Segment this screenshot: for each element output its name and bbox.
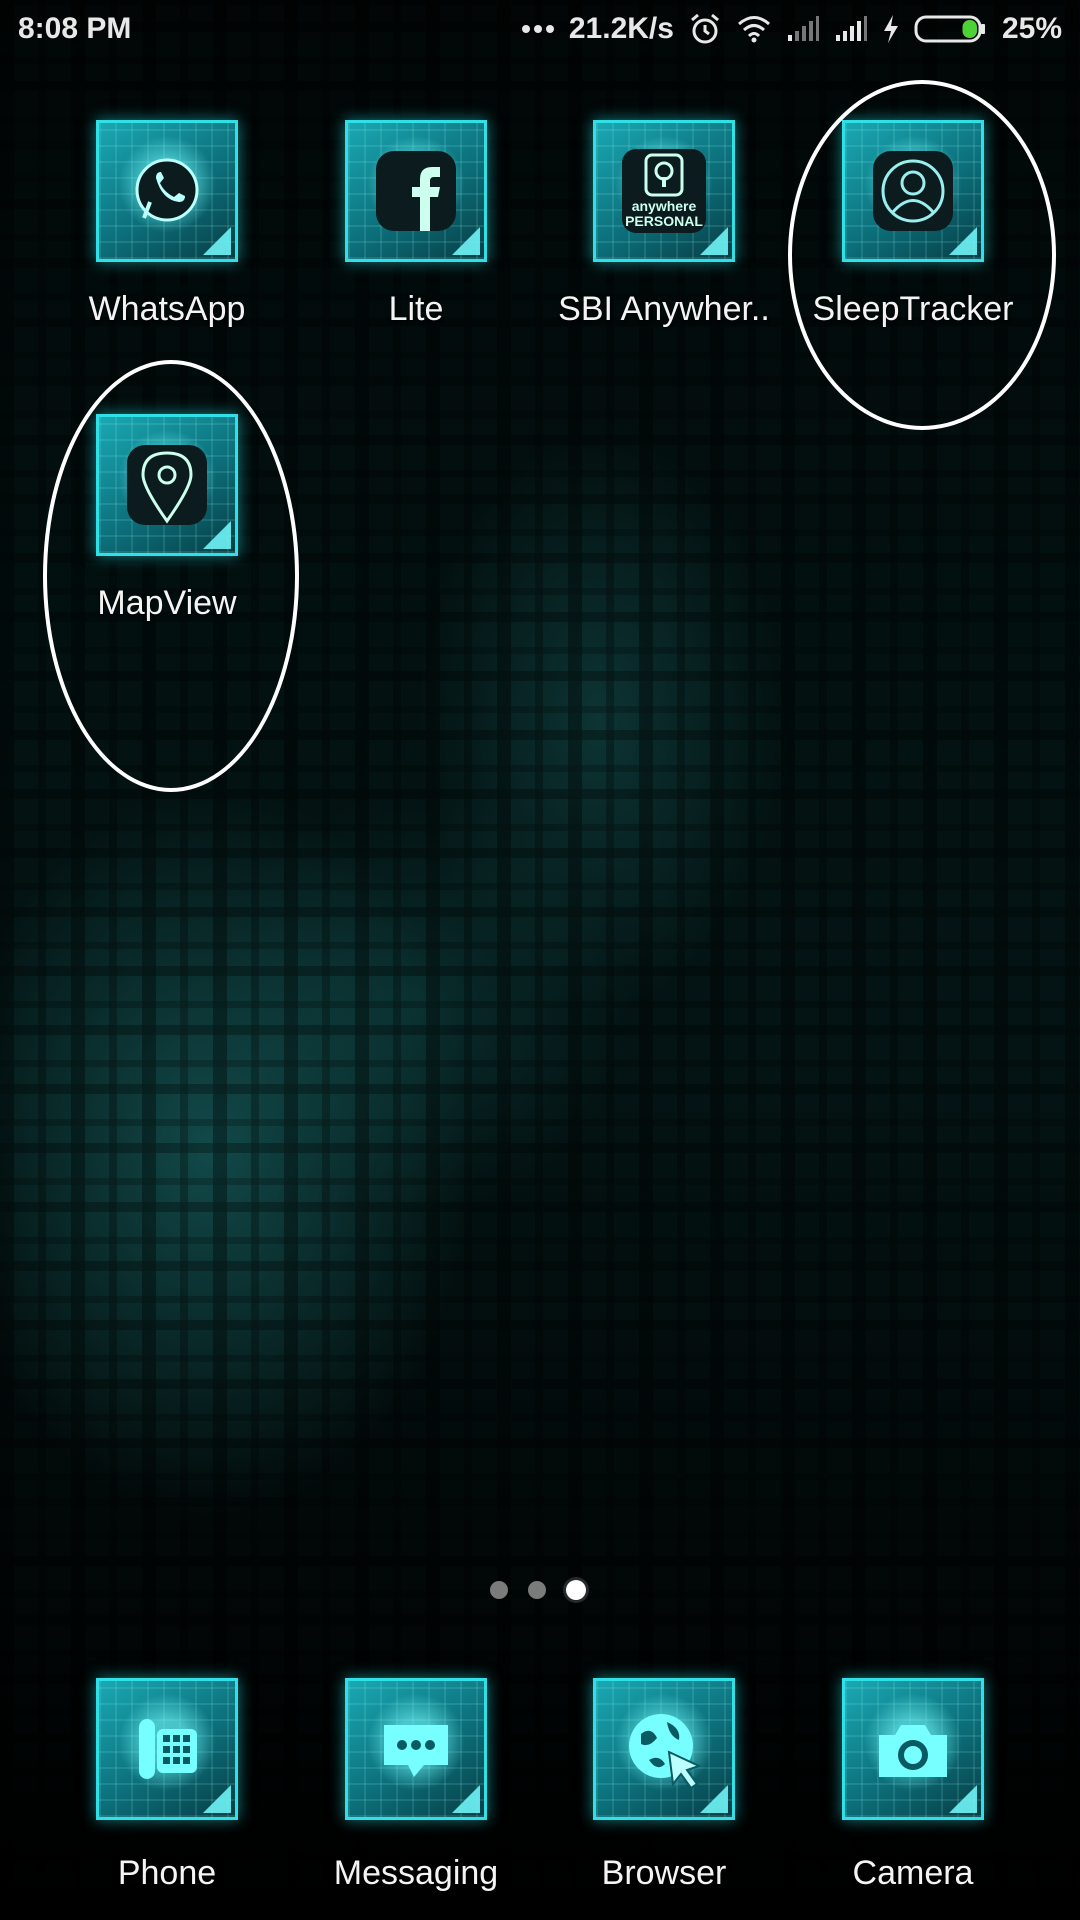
app-tile — [593, 1678, 735, 1820]
home-screen: 8:08 PM 21.2K/s 25% WhatsApp Lite anywhe… — [0, 0, 1080, 1920]
battery-icon — [914, 15, 985, 43]
status-time: 8:08 PM — [18, 12, 132, 45]
app-label: Camera — [852, 1854, 974, 1892]
app-label: Lite — [388, 290, 444, 328]
message-icon — [384, 1725, 448, 1777]
charging-icon — [883, 15, 898, 43]
app-tile — [345, 1678, 487, 1820]
whatsapp-icon — [135, 158, 199, 222]
network-speed: 21.2K/s — [568, 12, 674, 45]
signal-1-icon — [787, 16, 819, 41]
app-label: Browser — [601, 1854, 727, 1892]
app-tile — [345, 120, 487, 262]
app-label: Phone — [117, 1854, 217, 1892]
status-icons: 21.2K/s 25% — [521, 12, 1062, 46]
page-dot[interactable] — [528, 1581, 546, 1599]
app-tile — [96, 120, 238, 262]
app-tile — [842, 1678, 984, 1820]
page-dot[interactable] — [490, 1581, 508, 1599]
page-dot-current[interactable] — [566, 1580, 586, 1600]
more-dots-icon — [521, 25, 554, 33]
highlight-circle-sleeptracker — [788, 80, 1056, 430]
wifi-icon — [737, 16, 770, 43]
page-indicator[interactable] — [490, 1580, 586, 1600]
app-label: SBI Anywher.. — [558, 290, 770, 328]
dock-app-browser[interactable]: Browser — [539, 1678, 789, 1893]
phone-icon — [139, 1719, 197, 1779]
sbi-anywhere-icon: anywhere PERSONAL — [622, 149, 706, 233]
app-sbi-anywhere[interactable]: anywhere PERSONAL SBI Anywher.. — [539, 120, 789, 329]
dock-app-camera[interactable]: Camera — [788, 1678, 1038, 1893]
dock-app-messaging[interactable]: Messaging — [291, 1678, 541, 1893]
app-whatsapp[interactable]: WhatsApp — [42, 120, 292, 329]
sbi-icon-text: anywhere PERSONAL — [625, 198, 703, 229]
highlight-circle-mapview — [43, 360, 299, 792]
camera-icon — [879, 1725, 947, 1777]
status-bar: 8:08 PM 21.2K/s 25% — [0, 0, 1080, 60]
app-tile — [96, 1678, 238, 1820]
browser-icon — [629, 1714, 702, 1790]
facebook-icon — [376, 151, 456, 231]
app-lite[interactable]: Lite — [291, 120, 541, 329]
alarm-icon — [690, 13, 719, 44]
app-label: Messaging — [333, 1854, 499, 1892]
app-label: WhatsApp — [88, 290, 246, 328]
signal-2-icon — [835, 16, 867, 41]
battery-percent: 25% — [1001, 12, 1062, 45]
app-tile: anywhere PERSONAL — [593, 120, 735, 262]
dock-app-phone[interactable]: Phone — [42, 1678, 292, 1893]
